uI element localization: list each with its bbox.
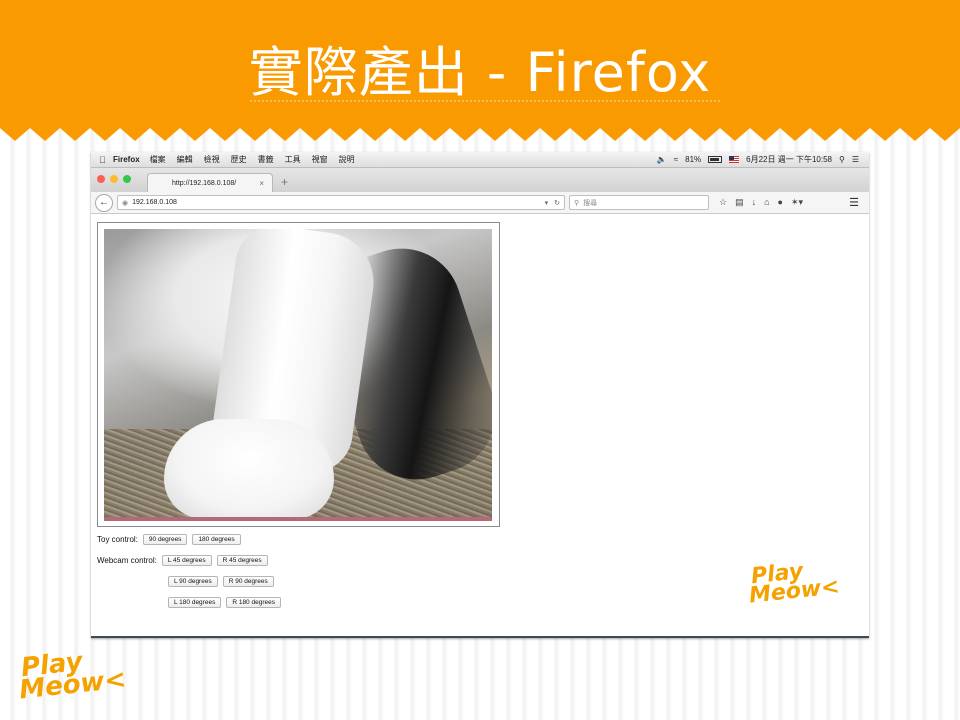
toy-control-label: Toy control:	[97, 535, 138, 544]
menu-item-window[interactable]: 視窗	[312, 154, 328, 165]
slide-logo-line-2: Meow<	[17, 664, 128, 706]
reload-icon[interactable]: ↻	[554, 199, 560, 207]
playmeow-logo: Play Meow<	[746, 559, 841, 608]
webcam-r180-button[interactable]: R 180 degrees	[226, 597, 281, 608]
download-icon[interactable]: ↓	[752, 197, 757, 208]
webcam-l180-button[interactable]: L 180 degrees	[168, 597, 222, 608]
page-content: Toy control: 90 degrees 180 degrees Webc…	[91, 214, 869, 614]
window-controls	[97, 175, 131, 183]
toy-180-degrees-button[interactable]: 180 degrees	[192, 534, 241, 545]
menu-item-tools[interactable]: 工具	[285, 154, 301, 165]
menu-item-bookmarks[interactable]: 書籤	[258, 154, 274, 165]
cat-paw	[164, 419, 334, 519]
battery-icon[interactable]	[708, 156, 723, 163]
title-underline	[250, 100, 720, 102]
tab-close-icon[interactable]: ×	[259, 179, 264, 188]
notification-center-icon[interactable]: ☰	[852, 155, 859, 164]
extension-icon[interactable]: ✶▾	[791, 197, 803, 208]
new-tab-button[interactable]: +	[281, 175, 288, 189]
bookmark-star-icon[interactable]: ☆	[719, 197, 727, 208]
webcam-control-label: Webcam control:	[97, 556, 157, 565]
menubar-app-name[interactable]: Firefox	[113, 155, 140, 164]
webcam-control-row-2: L 90 degrees R 90 degrees	[168, 576, 279, 587]
search-bar[interactable]: ⚲ 搜尋	[569, 195, 709, 210]
toy-control-row: Toy control: 90 degrees 180 degrees	[97, 534, 246, 545]
url-bar[interactable]: ◉ 192.168.0.108 ▾ ↻	[117, 195, 565, 210]
site-identity-icon[interactable]: ◉	[122, 199, 128, 207]
menubar-clock[interactable]: 6月22日 週一 下午10:58	[746, 154, 832, 165]
webcam-control-row-1: Webcam control: L 45 degrees R 45 degree…	[97, 555, 273, 566]
image-bottom-edge	[104, 517, 492, 521]
search-placeholder: 搜尋	[583, 199, 598, 207]
mac-menubar:  Firefox 檔案 編輯 檢視 歷史 書籤 工具 視窗 說明 🔈 ≈ 81…	[91, 152, 869, 168]
search-icon: ⚲	[574, 199, 580, 207]
navigation-toolbar: ← ◉ 192.168.0.108 ▾ ↻ ⚲ 搜尋 ☆ ▤ ↓ ⌂ ● ✶▾ …	[91, 192, 869, 214]
menu-item-view[interactable]: 檢視	[204, 154, 220, 165]
minimize-window-button[interactable]	[110, 175, 118, 183]
volume-icon[interactable]: 🔈	[657, 155, 667, 164]
webcam-stream-image	[104, 229, 492, 521]
wifi-icon[interactable]: ≈	[674, 155, 678, 164]
slide-title: 實際產出 - Firefox	[248, 41, 712, 104]
webcam-l45-button[interactable]: L 45 degrees	[161, 555, 212, 566]
spotlight-search-icon[interactable]: ⚲	[839, 155, 845, 164]
slide-header: 實際產出 - Firefox	[0, 0, 960, 142]
webcam-r45-button[interactable]: R 45 degrees	[216, 555, 268, 566]
menu-item-help[interactable]: 說明	[339, 154, 355, 165]
url-dropdown-icon[interactable]: ▾	[545, 199, 549, 207]
menu-item-history[interactable]: 歷史	[231, 154, 247, 165]
browser-tab[interactable]: http://192.168.0.108/ ×	[147, 173, 273, 192]
back-arrow-icon: ←	[99, 197, 109, 208]
webcam-stream-frame	[97, 222, 500, 527]
playmeow-slide-logo: Play Meow<	[16, 647, 128, 706]
tab-title: http://192.168.0.108/	[172, 179, 237, 187]
hamburger-menu-icon[interactable]: ☰	[849, 196, 865, 209]
toy-90-degrees-button[interactable]: 90 degrees	[142, 534, 188, 545]
battery-percent: 81%	[685, 155, 702, 164]
menu-item-file[interactable]: 檔案	[150, 154, 166, 165]
menubar-status-area: 🔈 ≈ 81% 6月22日 週一 下午10:58 ⚲ ☰	[657, 154, 869, 165]
chat-icon[interactable]: ●	[778, 197, 783, 208]
url-text: 192.168.0.108	[132, 199, 177, 206]
webcam-l90-button[interactable]: L 90 degrees	[168, 576, 218, 587]
home-icon[interactable]: ⌂	[764, 197, 769, 208]
input-source-flag-icon[interactable]	[729, 156, 740, 163]
close-window-button[interactable]	[97, 175, 105, 183]
webcam-r90-button[interactable]: R 90 degrees	[222, 576, 274, 587]
menu-item-edit[interactable]: 編輯	[177, 154, 193, 165]
clipboard-icon[interactable]: ▤	[735, 197, 744, 208]
url-bar-actions: ▾ ↻	[545, 199, 560, 207]
back-button[interactable]: ←	[95, 193, 113, 212]
toolbar-icons: ☆ ▤ ↓ ⌂ ● ✶▾	[719, 197, 803, 208]
tab-strip: http://192.168.0.108/ × +	[91, 168, 869, 192]
apple-logo-icon[interactable]: 	[99, 155, 113, 165]
webcam-control-row-3: L 180 degrees R 180 degrees	[168, 597, 286, 608]
zoom-window-button[interactable]	[123, 175, 131, 183]
